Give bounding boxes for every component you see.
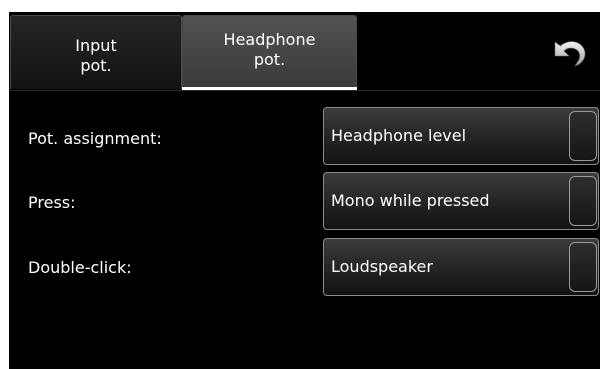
tab-headphone-pot-label: Headphone pot. <box>223 30 316 69</box>
press-dropdown-handle[interactable] <box>569 176 597 226</box>
pot-assignment-dropdown-handle[interactable] <box>569 111 597 161</box>
back-button[interactable] <box>549 32 589 72</box>
double-click-select[interactable]: Loudspeaker <box>323 238 599 296</box>
press-value: Mono while pressed <box>331 191 490 210</box>
pot-assignment-label: Pot. assignment: <box>28 129 162 148</box>
tab-headphone-pot[interactable]: Headphone pot. <box>182 15 357 89</box>
tabbar-divider <box>9 90 600 91</box>
pot-assignment-select[interactable]: Headphone level <box>323 107 599 165</box>
press-label: Press: <box>28 193 76 212</box>
double-click-value: Loudspeaker <box>331 257 433 276</box>
tab-input-pot-label: Input pot. <box>75 36 117 75</box>
device-screen: Input pot. Headphone pot. Pot. assignmen… <box>9 12 600 369</box>
tab-input-pot[interactable]: Input pot. <box>10 15 182 89</box>
undo-arrow-icon <box>554 41 586 67</box>
pot-assignment-value: Headphone level <box>331 126 467 145</box>
double-click-dropdown-handle[interactable] <box>569 242 597 292</box>
double-click-label: Double-click: <box>28 258 132 277</box>
press-select[interactable]: Mono while pressed <box>323 172 599 230</box>
